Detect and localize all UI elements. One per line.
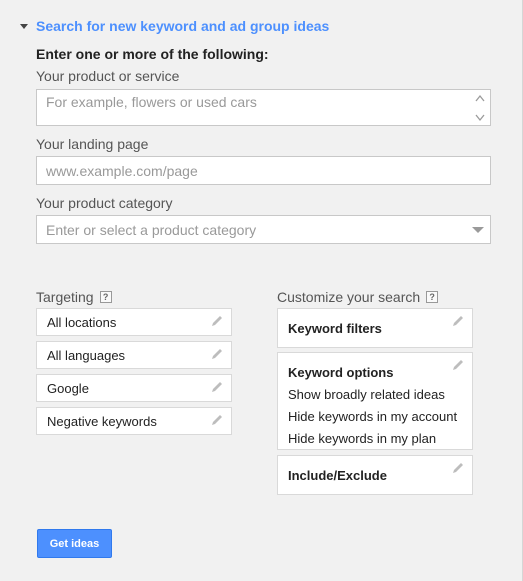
targeting-languages[interactable]: All languages [36,341,232,369]
pencil-icon[interactable] [210,413,224,427]
keyword-filters-title: Keyword filters [288,321,382,336]
include-exclude-title: Include/Exclude [288,468,387,483]
category-placeholder: Enter or select a product category [46,221,257,238]
targeting-label: Targeting [36,289,94,305]
help-icon[interactable]: ? [99,291,112,303]
pencil-icon[interactable] [210,347,224,361]
product-input[interactable]: For example, flowers or used cars [36,89,491,126]
targeting-network[interactable]: Google [36,374,232,402]
keyword-option-hide-plan: Hide keywords in my plan [288,431,437,446]
landing-placeholder: www.example.com/page [46,162,198,179]
help-icon[interactable]: ? [426,291,439,303]
section-title[interactable]: Search for new keyword and ad group idea… [36,18,329,34]
keyword-options-box[interactable]: Keyword options Show broadly related ide… [277,352,473,450]
keyword-option-hide-account: Hide keywords in my account [288,409,458,424]
targeting-item-label: All locations [47,314,117,330]
section-header[interactable]: Search for new keyword and ad group idea… [20,17,329,35]
keyword-options-title: Keyword options [288,365,394,380]
targeting-locations[interactable]: All locations [36,308,232,336]
pencil-icon[interactable] [451,358,465,372]
targeting-item-label: Negative keywords [47,413,157,429]
pencil-icon[interactable] [451,314,465,328]
spinner-up-icon[interactable] [474,93,486,105]
targeting-negative-keywords[interactable]: Negative keywords [36,407,232,435]
pencil-icon[interactable] [451,461,465,475]
keyword-option-broad: Show broadly related ideas [288,387,445,402]
form-instruction: Enter one or more of the following: [36,46,269,62]
landing-page-input[interactable]: www.example.com/page [36,156,491,185]
landing-label: Your landing page [36,136,149,152]
include-exclude-box[interactable]: Include/Exclude [277,455,473,495]
category-select[interactable]: Enter or select a product category [36,215,491,244]
targeting-item-label: All languages [47,347,126,363]
targeting-heading: Targeting ? [36,289,112,305]
customize-heading: Customize your search ? [277,289,439,305]
category-label: Your product category [36,195,173,211]
pencil-icon[interactable] [210,314,224,328]
customize-label: Customize your search [277,289,421,305]
textarea-spinner[interactable] [474,93,486,123]
spinner-down-icon[interactable] [474,111,486,123]
get-ideas-button[interactable]: Get ideas [37,529,112,558]
pencil-icon[interactable] [210,380,224,394]
targeting-item-label: Google [47,380,89,396]
product-placeholder: For example, flowers or used cars [46,93,257,110]
caret-down-icon[interactable] [20,24,28,29]
keyword-filters-box[interactable]: Keyword filters [277,308,473,348]
product-label: Your product or service [36,68,180,84]
dropdown-arrow-icon[interactable] [472,227,484,233]
